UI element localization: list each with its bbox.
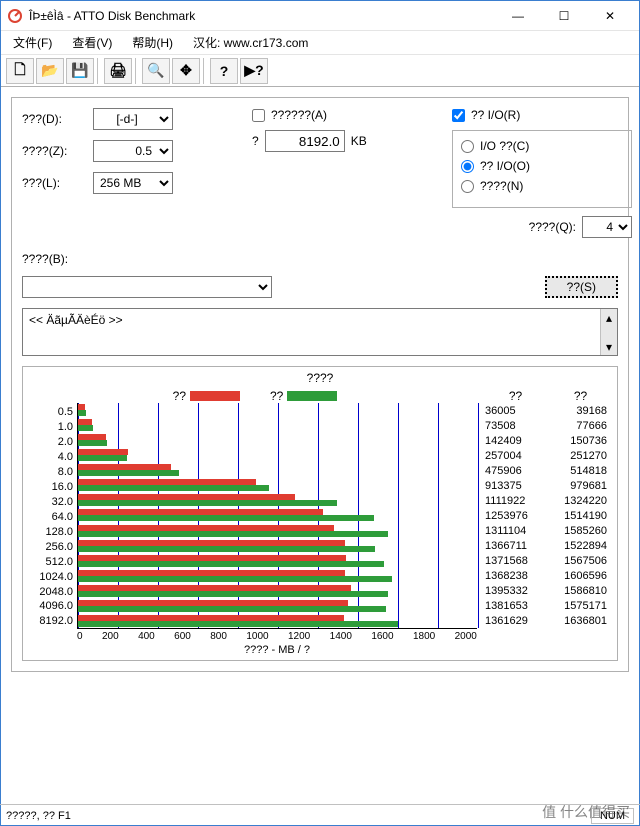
log-scrollbar[interactable]: ▴ ▾: [600, 309, 617, 355]
io-radio-2-label: ?? I/O(O): [480, 159, 530, 173]
io-radio-2[interactable]: [461, 160, 474, 173]
legend-write: ??: [173, 389, 240, 403]
preview-icon[interactable]: 🔍: [142, 58, 170, 84]
chart-title: ????: [27, 371, 613, 385]
size-max-field[interactable]: [265, 130, 345, 152]
chart-x-label: ???? - MB / ?: [77, 644, 477, 656]
scroll-up-icon[interactable]: ▴: [601, 309, 617, 326]
io-radio-3-label: ????(N): [480, 179, 523, 193]
scroll-down-icon[interactable]: ▾: [601, 338, 617, 355]
log-box: << ÄãµÃÄèÉö >> ▴ ▾: [22, 308, 618, 356]
overlapped-io-checkbox[interactable]: [452, 109, 465, 122]
num-header-write: ??: [509, 389, 522, 403]
toolbar: 🗋 📂 💾 🖨 🔍 ✥ ? ▶?: [1, 55, 639, 87]
chart-numbers: 3600539168735087766614240915073625700425…: [477, 403, 607, 629]
chart-box: ???? ?? ?? ?? ?? 0.51.02.04.08.016.032.0…: [22, 366, 618, 661]
status-hint: ?????, ?? F1: [6, 810, 71, 822]
size-min-select[interactable]: 0.5: [93, 140, 173, 162]
app-icon: [7, 8, 23, 24]
drive-label: ???(D):: [22, 112, 87, 126]
chart-x-axis: 0200400600800100012001400160018002000: [77, 631, 477, 642]
status-num: NUM: [591, 808, 634, 824]
window-title: ÎÞ±êÌâ - ATTO Disk Benchmark: [29, 9, 495, 23]
length-select[interactable]: 256 MB: [93, 172, 173, 194]
minimize-button[interactable]: —: [495, 1, 541, 31]
legend-read: ??: [270, 389, 337, 403]
open-icon[interactable]: 📂: [36, 58, 64, 84]
size-label: ????(Z):: [22, 144, 87, 158]
help-icon[interactable]: ?: [210, 58, 238, 84]
size-sep: ?: [252, 134, 259, 148]
io-radio-1-label: I/O ??(C): [480, 139, 529, 153]
run-button[interactable]: ??(S): [545, 276, 618, 298]
io-groupbox: I/O ??(C) ?? I/O(O) ????(N): [452, 130, 632, 208]
chart-plot: [77, 403, 477, 629]
statusbar: ?????, ?? F1 NUM: [0, 804, 640, 826]
desc-label: ????(B):: [22, 252, 68, 266]
menu-view[interactable]: 查看(V): [68, 32, 116, 53]
titlebar: ÎÞ±êÌâ - ATTO Disk Benchmark — ☐ ✕: [1, 1, 639, 31]
config-panel: ???(D): [-d-] ????(Z): 0.5 ???(L): 256 M…: [11, 97, 629, 672]
queue-select[interactable]: 4: [582, 216, 632, 238]
menu-help[interactable]: 帮助(H): [128, 32, 177, 53]
direct-checkbox[interactable]: [252, 109, 265, 122]
menu-credit: 汉化: www.cr173.com: [193, 34, 308, 51]
desc-select[interactable]: [22, 276, 272, 298]
close-button[interactable]: ✕: [587, 1, 633, 31]
size-unit: KB: [351, 134, 367, 148]
direct-checkbox-label: ??????(A): [271, 108, 327, 122]
menubar: 文件(F) 查看(V) 帮助(H) 汉化: www.cr173.com: [1, 31, 639, 55]
save-icon[interactable]: 💾: [66, 58, 94, 84]
maximize-button[interactable]: ☐: [541, 1, 587, 31]
overlapped-io-label: ?? I/O(R): [471, 108, 520, 122]
menu-file[interactable]: 文件(F): [9, 32, 56, 53]
start-icon[interactable]: ✥: [172, 58, 200, 84]
io-radio-1[interactable]: [461, 140, 474, 153]
num-header-read: ??: [574, 389, 587, 403]
length-label: ???(L):: [22, 176, 87, 190]
log-text: << ÄãµÃÄèÉö >>: [29, 313, 123, 327]
print-icon[interactable]: 🖨: [104, 58, 132, 84]
context-help-icon[interactable]: ▶?: [240, 58, 268, 84]
queue-label: ????(Q):: [529, 220, 576, 234]
new-icon[interactable]: 🗋: [6, 58, 34, 84]
drive-select[interactable]: [-d-]: [93, 108, 173, 130]
io-radio-3[interactable]: [461, 180, 474, 193]
chart-y-labels: 0.51.02.04.08.016.032.064.0128.0256.0512…: [27, 403, 77, 629]
